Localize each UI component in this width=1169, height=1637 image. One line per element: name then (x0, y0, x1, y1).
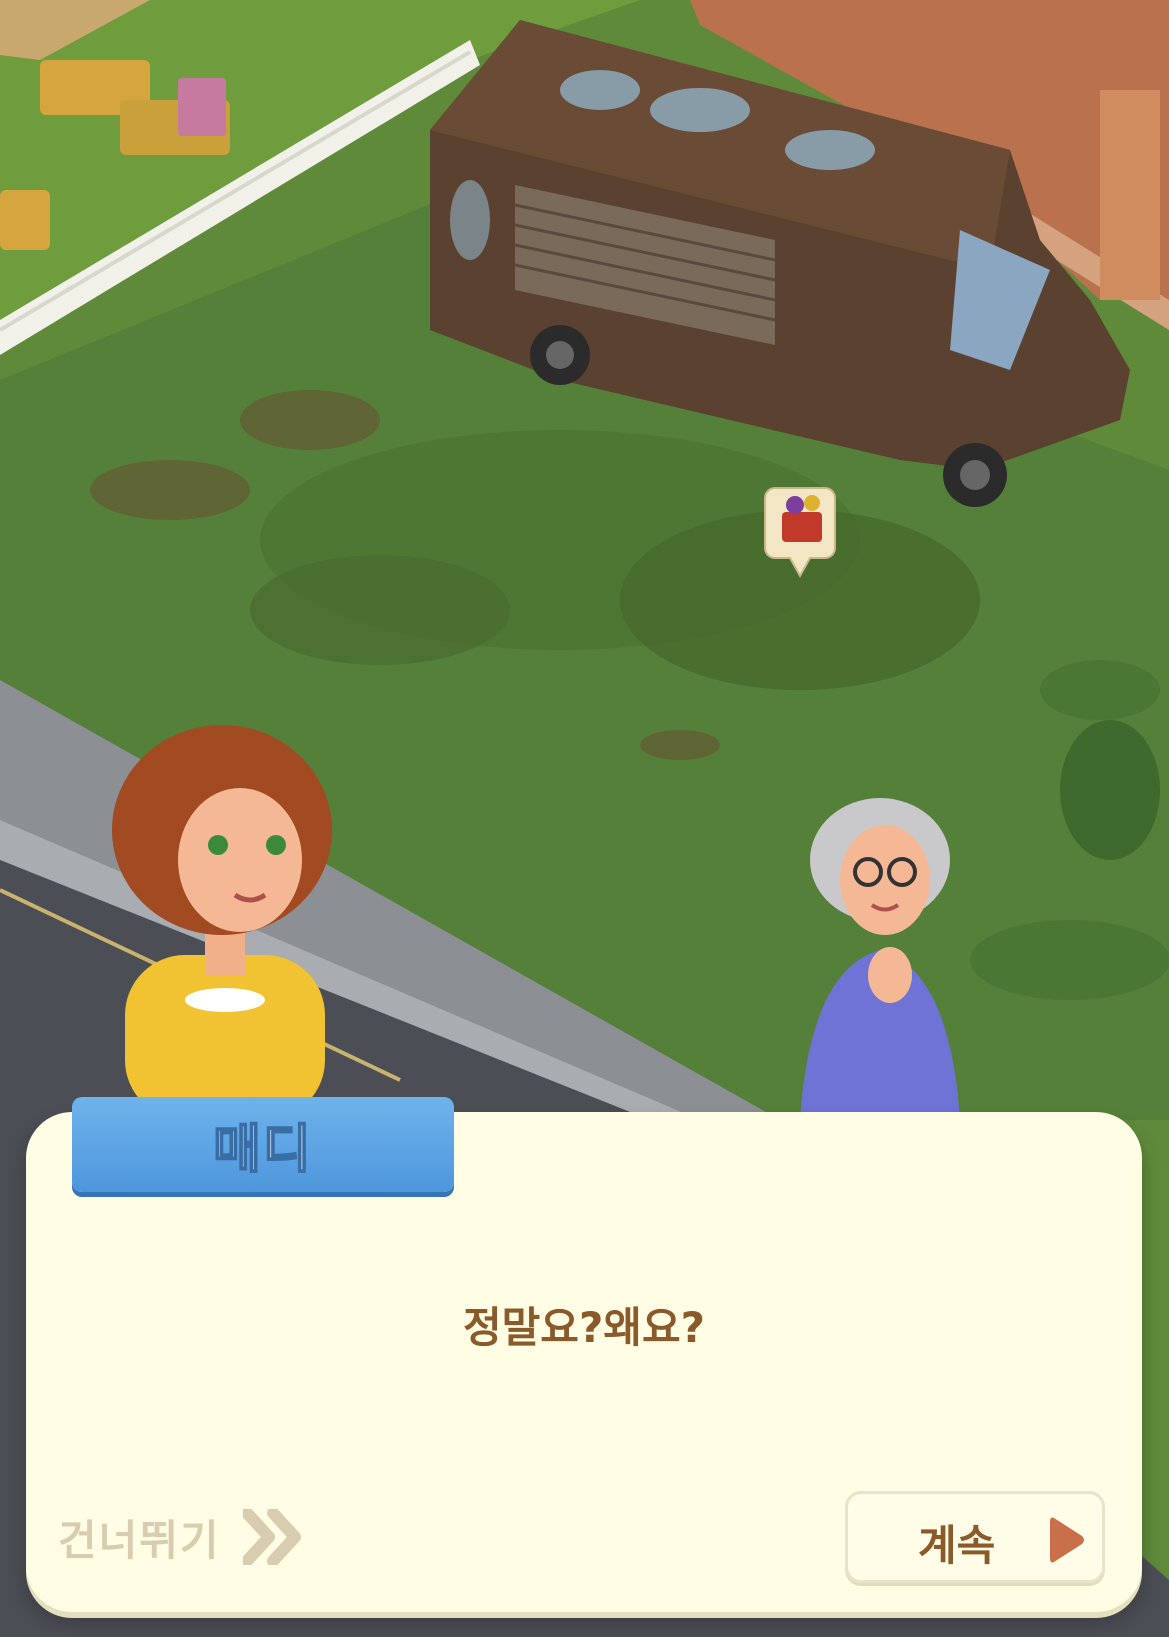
speaker-name: 매디 (212, 1119, 313, 1181)
double-chevron-right-icon (242, 1509, 301, 1565)
play-triangle-icon (1050, 1517, 1084, 1563)
continue-button[interactable]: 계속 (845, 1491, 1105, 1583)
skip-label: 건너뛰기 (58, 1515, 221, 1565)
continue-label: 계속 (918, 1521, 996, 1570)
dialog-text: 정말요?왜요? (463, 1303, 705, 1352)
skip-button[interactable]: 건너뛰기 (58, 1507, 303, 1567)
speaker-name-tag: 매디 (72, 1097, 454, 1192)
